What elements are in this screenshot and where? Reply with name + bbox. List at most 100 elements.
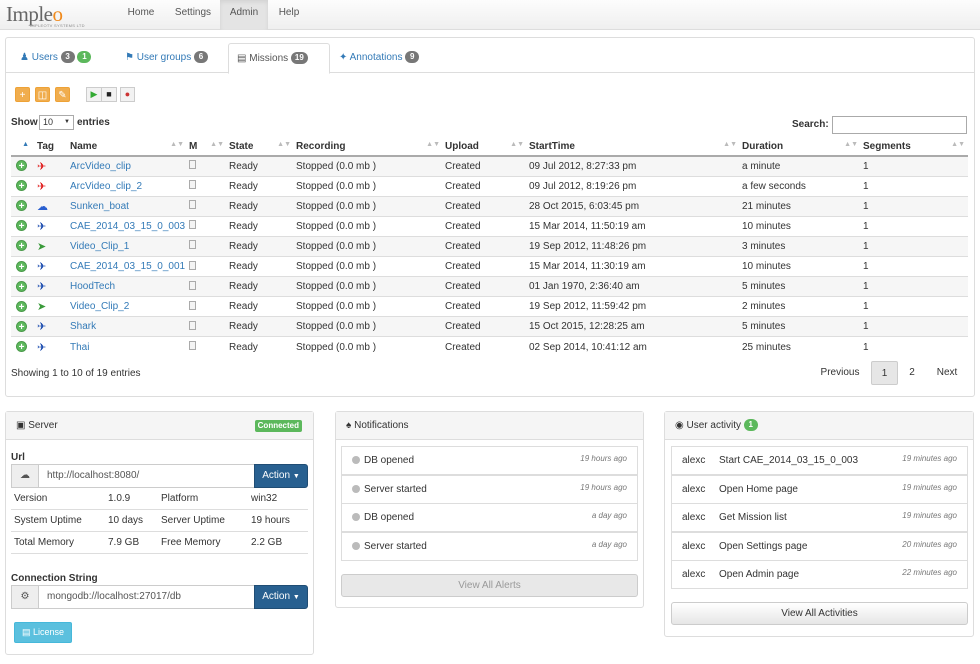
notification-item[interactable]: DB opened 19 hours ago — [341, 446, 638, 475]
cell-upload: Created — [443, 155, 527, 177]
activity-item[interactable]: alexc Get Mission list 19 minutes ago — [671, 503, 968, 532]
cell-duration: 25 minutes — [740, 336, 861, 357]
users-new-badge: 1 — [77, 51, 92, 64]
cell-segments: 1 — [861, 255, 968, 277]
cell-state: Ready — [227, 195, 294, 217]
cell-state: Ready — [227, 155, 294, 177]
plane-blue-icon: ✈ — [37, 341, 47, 354]
notification-item[interactable]: Server started a day ago — [341, 531, 638, 561]
expand-row-icon[interactable]: + — [16, 260, 27, 273]
expand-row-icon[interactable]: + — [16, 341, 27, 353]
activity-time: 20 minutes ago — [902, 539, 957, 549]
expand-row-icon[interactable]: + — [16, 240, 27, 252]
expand-row-icon[interactable]: + — [16, 300, 27, 313]
col-state[interactable]: State ▲▼ — [227, 138, 294, 157]
tab-missions[interactable]: ▤ Missions 19 — [228, 43, 330, 74]
col-duration[interactable]: Duration ▲▼ — [740, 138, 861, 157]
mission-name-link[interactable]: HoodTech — [70, 281, 115, 292]
tab-user-groups[interactable]: ⚑ User groups 6 — [125, 43, 225, 73]
activity-user: alexc — [682, 455, 706, 466]
col-segments[interactable]: Segments ▲▼ — [861, 138, 968, 157]
table-row[interactable]: + ☁ Sunken_boat Ready Stopped (0.0 mb ) Creat… — [11, 195, 968, 217]
activity-item[interactable]: alexc Open Home page 19 minutes ago — [671, 474, 968, 504]
url-input[interactable]: http://localhost:8080/ — [38, 464, 255, 488]
col-tag[interactable]: Tag — [35, 138, 68, 157]
col-recording[interactable]: Recording ▲▼ — [294, 138, 443, 157]
expand-row-icon[interactable]: + — [16, 220, 27, 232]
table-row[interactable]: + ✈ CAE_2014_03_15_0_001 Ready Stopped (0.0 … — [11, 255, 968, 277]
expand-row-icon[interactable]: + — [16, 280, 27, 293]
record-button[interactable]: ● — [120, 87, 135, 102]
search-label: Search: — [792, 119, 829, 130]
expand-row-icon[interactable]: + — [16, 200, 27, 212]
missions-count-badge: 19 — [290, 52, 308, 65]
page-size-select[interactable]: 10 ▼ — [39, 115, 74, 130]
connection-action-button[interactable]: Action ▼ — [254, 585, 308, 609]
server-info-value: 1.0.9 — [108, 493, 131, 504]
cell-starttime: 28 Oct 2015, 6:03:45 pm — [527, 195, 740, 217]
cell-recording: Stopped (0.0 mb ) — [294, 235, 443, 257]
pagination-next[interactable]: Next — [929, 361, 965, 385]
tab-users[interactable]: ♟ Users 3 1 — [20, 43, 108, 73]
stop-button[interactable]: ■ — [101, 87, 117, 102]
table-row[interactable]: + ✈ ArcVideo_clip_2 Ready Stopped (0.0 mb ) C… — [11, 175, 968, 197]
cell-duration: 2 minutes — [740, 296, 861, 317]
record-icon: ● — [124, 89, 131, 99]
edit-mission-button[interactable]: ✎ — [55, 87, 70, 102]
nav-home[interactable]: Home — [116, 0, 166, 30]
table-row[interactable]: + ✈ ArcVideo_clip Ready Stopped (0.0 mb ) Cre… — [11, 155, 968, 177]
play-button[interactable]: ▶ — [86, 87, 102, 102]
table-row[interactable]: + ✈ CAE_2014_03_15_0_003 Ready Stopped (0.0 … — [11, 215, 968, 237]
expand-row-icon[interactable]: + — [16, 160, 27, 172]
col-name[interactable]: Name ▲▼ — [68, 138, 187, 157]
tab-annotations[interactable]: ✦ Annotations 9 — [339, 43, 439, 73]
notification-item[interactable]: DB opened a day ago — [341, 503, 638, 532]
activity-item[interactable]: alexc Start CAE_2014_03_15_0_003 19 minute… — [671, 446, 968, 475]
cell-starttime: 15 Oct 2015, 12:28:25 am — [527, 316, 740, 337]
mission-name-link[interactable]: CAE_2014_03_15_0_003 — [70, 221, 185, 232]
activity-item[interactable]: alexc Open Admin page 22 minutes ago — [671, 560, 968, 589]
mission-name-link[interactable]: ArcVideo_clip — [70, 161, 131, 172]
nav-settings[interactable]: Settings — [166, 0, 220, 30]
mission-name-link[interactable]: Video_Clip_2 — [70, 301, 129, 312]
notification-item[interactable]: Server started 19 hours ago — [341, 474, 638, 504]
mission-name-link[interactable]: ArcVideo_clip_2 — [70, 181, 142, 192]
col-starttime[interactable]: StartTime ▲▼ — [527, 138, 740, 157]
activity-item[interactable]: alexc Open Settings page 20 minutes ago — [671, 531, 968, 561]
notification-text: DB opened — [364, 512, 415, 523]
info-icon — [352, 456, 360, 464]
table-row[interactable]: + ✈ HoodTech Ready Stopped (0.0 mb ) Created 0… — [11, 276, 968, 297]
table-row[interactable]: + ➤ Video_Clip_2 Ready Stopped (0.0 mb ) Crea… — [11, 296, 968, 317]
table-row[interactable]: + ✈ Shark Ready Stopped (0.0 mb ) Created 15 O… — [11, 316, 968, 337]
table-row[interactable]: + ✈ Thai Ready Stopped (0.0 mb ) Created 02 Se… — [11, 336, 968, 357]
mission-name-link[interactable]: Sunken_boat — [70, 201, 129, 212]
search-input[interactable] — [832, 116, 967, 134]
pagination-previous[interactable]: Previous — [814, 361, 866, 385]
col-expand[interactable]: ▲ — [11, 138, 35, 157]
nav-admin[interactable]: Admin — [220, 0, 268, 30]
mission-name-link[interactable]: Shark — [70, 321, 96, 332]
pagination-page-2[interactable]: 2 — [900, 361, 924, 385]
cell-duration: 5 minutes — [740, 316, 861, 337]
info-icon — [352, 513, 360, 521]
view-all-alerts-button[interactable]: View All Alerts — [341, 574, 638, 597]
nav-help[interactable]: Help — [268, 0, 310, 30]
expand-row-icon[interactable]: + — [16, 180, 27, 192]
col-m[interactable]: M ▲▼ — [187, 138, 227, 157]
activity-text: Get Mission list — [719, 512, 787, 523]
view-all-activities-button[interactable]: View All Activities — [671, 602, 968, 625]
mission-name-link[interactable]: Thai — [70, 342, 89, 353]
cell-segments: 1 — [861, 296, 968, 317]
mission-name-link[interactable]: Video_Clip_1 — [70, 241, 129, 252]
license-button[interactable]: ▤ License — [14, 622, 72, 643]
table-row[interactable]: + ➤ Video_Clip_1 Ready Stopped (0.0 mb ) Crea… — [11, 235, 968, 257]
mission-name-link[interactable]: CAE_2014_03_15_0_001 — [70, 261, 185, 272]
expand-row-icon[interactable]: + — [16, 320, 27, 333]
cell-recording: Stopped (0.0 mb ) — [294, 155, 443, 177]
delete-mission-button[interactable]: ◫ — [35, 87, 50, 102]
url-action-button[interactable]: Action ▼ — [254, 464, 308, 488]
col-upload[interactable]: Upload ▲▼ — [443, 138, 527, 157]
pagination-page-1[interactable]: 1 — [871, 361, 898, 385]
connection-string-input[interactable]: mongodb://localhost:27017/db — [38, 585, 255, 609]
add-mission-button[interactable]: + — [15, 87, 30, 102]
